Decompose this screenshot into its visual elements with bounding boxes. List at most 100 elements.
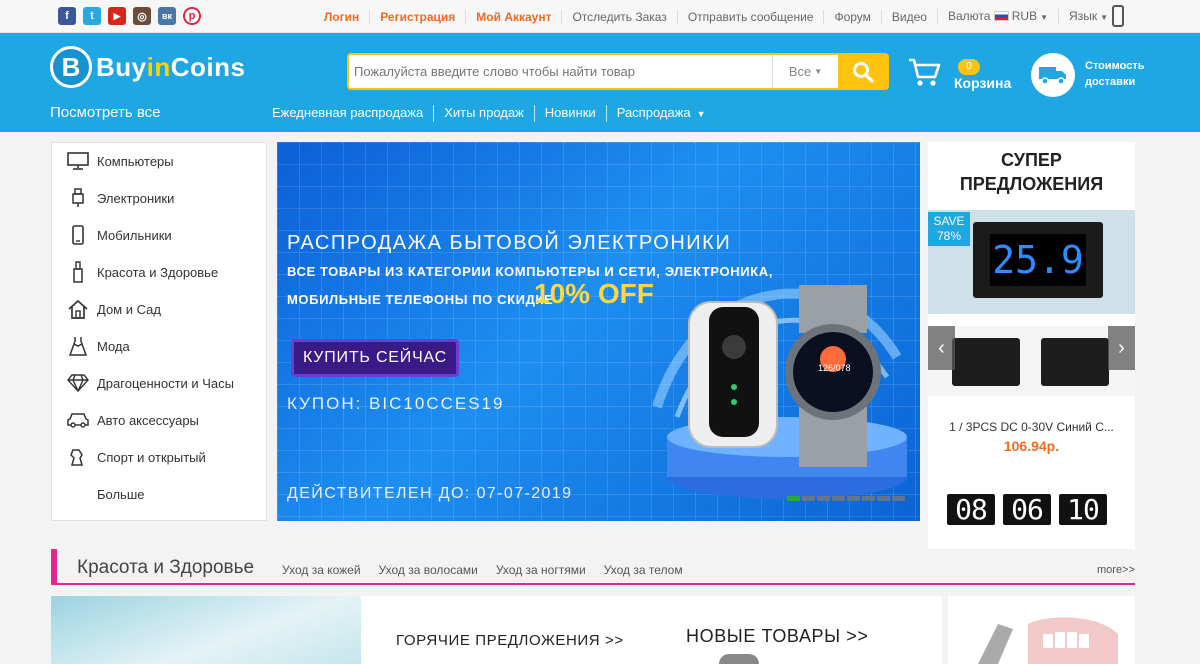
pinterest-icon[interactable]: p [183, 7, 201, 25]
save-badge-value: 78% [936, 229, 962, 243]
shipping-cost-label[interactable]: Стоимость доставки [1085, 58, 1155, 90]
subcategory-link[interactable]: Уход за кожей [273, 563, 370, 577]
twitter-icon[interactable]: t [83, 7, 101, 25]
banner-title: РАСПРОДАЖА БЫТОВОЙ ЭЛЕКТРОНИКИ [287, 232, 732, 254]
banner-dot[interactable] [817, 496, 830, 501]
banner-dot[interactable] [877, 496, 890, 501]
mobile-app-icon[interactable] [1112, 5, 1124, 27]
new-arrivals-link[interactable]: НОВЫЕ ТОВАРЫ >> [686, 626, 869, 647]
section-banner-image[interactable] [51, 596, 361, 664]
section-more-link[interactable]: more>> [1097, 564, 1135, 576]
main-nav: Ежедневная распродажа Хиты продаж Новинк… [262, 105, 716, 122]
nav-bestsellers[interactable]: Хиты продаж [433, 105, 534, 122]
category-label: Больше [97, 486, 145, 502]
chevron-left-icon[interactable]: ‹ [928, 326, 955, 370]
category-item[interactable]: Мода [66, 336, 130, 356]
category-label: Драгоценности и Часы [97, 375, 235, 391]
search-category-select[interactable]: Все ▼ [772, 55, 838, 88]
banner-dot[interactable] [847, 496, 860, 501]
shipping-button[interactable] [1031, 53, 1075, 97]
cart-label[interactable]: Корзина [954, 75, 1011, 91]
save-badge: SAVE 78% [928, 212, 970, 246]
cart-button[interactable] [907, 56, 941, 93]
timer-seconds: 10 [1059, 493, 1107, 526]
truck-icon [1039, 67, 1066, 85]
category-item-more[interactable]: Больше [66, 484, 145, 504]
super-offers-title-line1: СУПЕР [1001, 150, 1062, 170]
chevron-down-icon: ▼ [696, 109, 706, 119]
super-offers-panel: СУПЕР ПРЕДЛОЖЕНИЯ 25.9 SAVE 78% ‹ › 1 / … [928, 142, 1135, 549]
social-links: f t ▶ ◎ вк p [58, 7, 201, 25]
nav-sale[interactable]: Распродажа ▼ [605, 105, 716, 122]
category-item[interactable]: Красота и Здоровье [66, 261, 219, 283]
subcategory-link[interactable]: Уход за телом [595, 563, 692, 577]
currency-value: RUB [1011, 8, 1038, 23]
category-label: Красота и Здоровье [97, 264, 219, 280]
track-order-link[interactable]: Отследить Заказ [561, 9, 676, 24]
dental-tool-image [978, 617, 1118, 664]
subcategory-link[interactable]: Уход за волосами [370, 563, 487, 577]
logo-word-coins: Coins [170, 51, 246, 82]
forum-link[interactable]: Форум [823, 9, 880, 24]
language-label: Язык [1069, 8, 1098, 23]
banner-dot[interactable] [802, 496, 815, 501]
section-content: ГОРЯЧИЕ ПРЕДЛОЖЕНИЯ >> НОВЫЕ ТОВАРЫ >> [51, 596, 1135, 664]
product-thumbnail[interactable] [719, 654, 759, 664]
phone-icon [66, 225, 90, 245]
buy-now-button[interactable]: КУПИТЬ СЕЙЧАС [291, 339, 459, 377]
save-badge-label: SAVE [933, 214, 965, 228]
nav-new-arrivals[interactable]: Новинки [533, 105, 606, 122]
search-button[interactable] [838, 55, 887, 88]
category-item[interactable]: Компьютеры [66, 151, 174, 171]
category-item[interactable]: Мобильники [66, 225, 172, 245]
vk-icon[interactable]: вк [158, 7, 176, 25]
category-item[interactable]: Драгоценности и Часы [66, 373, 234, 393]
category-item[interactable]: Дом и Сад [66, 299, 161, 319]
logo[interactable]: B BuyinCoins [50, 46, 245, 88]
banner-dot[interactable] [832, 496, 845, 501]
login-link[interactable]: Логин [314, 10, 369, 24]
facebook-icon[interactable]: f [58, 7, 76, 25]
usb-icon [66, 188, 90, 208]
banner-dot[interactable] [862, 496, 875, 501]
category-item[interactable]: Электроники [66, 188, 174, 208]
super-offer-product-name[interactable]: 1 / 3PCS DC 0-30V Синий С... [928, 420, 1135, 434]
section-title[interactable]: Красота и Здоровье [77, 557, 254, 579]
category-icon-spacer [66, 484, 90, 504]
dental-product-image[interactable] [942, 596, 1135, 664]
category-item[interactable]: Спорт и открытый [66, 447, 206, 467]
thumbnail-voltmeter[interactable] [1041, 338, 1109, 386]
nav-sale-label: Распродажа [616, 105, 691, 120]
youtube-icon[interactable]: ▶ [108, 7, 126, 25]
category-sidebar: Компьютеры Электроники Мобильники Красот… [51, 142, 267, 521]
banner-dot[interactable] [787, 496, 800, 501]
banner-dot[interactable] [892, 496, 905, 501]
instagram-icon[interactable]: ◎ [133, 7, 151, 25]
logo-word-in: in [146, 51, 171, 82]
super-offer-thumbnails [928, 326, 1135, 396]
chevron-right-icon[interactable]: › [1108, 326, 1135, 370]
currency-selector[interactable]: Валюта RUB ▼ [936, 8, 1058, 25]
send-message-link[interactable]: Отправить сообщение [676, 9, 824, 24]
russia-flag-icon [993, 10, 1009, 21]
hot-deals-link[interactable]: ГОРЯЧИЕ ПРЕДЛОЖЕНИЯ >> [396, 632, 624, 649]
search-input[interactable] [349, 55, 772, 88]
language-selector[interactable]: Язык ▼ [1058, 8, 1118, 25]
search-icon [852, 61, 874, 83]
category-label: Мобильники [97, 227, 172, 243]
subcategory-link[interactable]: Уход за ногтями [487, 563, 595, 577]
banner-valid-until: ДЕЙСТВИТЕЛЕН ДО: 07-07-2019 [287, 485, 573, 502]
super-offers-title: СУПЕР ПРЕДЛОЖЕНИЯ [928, 148, 1135, 196]
house-icon [66, 299, 90, 319]
category-label: Дом и Сад [97, 301, 161, 317]
category-label: Мода [97, 338, 130, 354]
my-account-link[interactable]: Мой Аккаунт [465, 9, 561, 24]
nav-daily-sale[interactable]: Ежедневная распродажа [262, 105, 433, 122]
video-link[interactable]: Видео [880, 9, 937, 24]
view-all-link[interactable]: Посмотреть все [50, 104, 161, 121]
thumbnail-voltmeter[interactable] [952, 338, 1020, 386]
promo-banner[interactable]: 126/078 РАСПРОДАЖА БЫТОВОЙ ЭЛЕКТРОНИКИ В… [277, 142, 920, 521]
search-category-value: Все [788, 64, 812, 79]
register-link[interactable]: Регистрация [369, 9, 465, 24]
category-item[interactable]: Авто аксессуары [66, 410, 199, 430]
